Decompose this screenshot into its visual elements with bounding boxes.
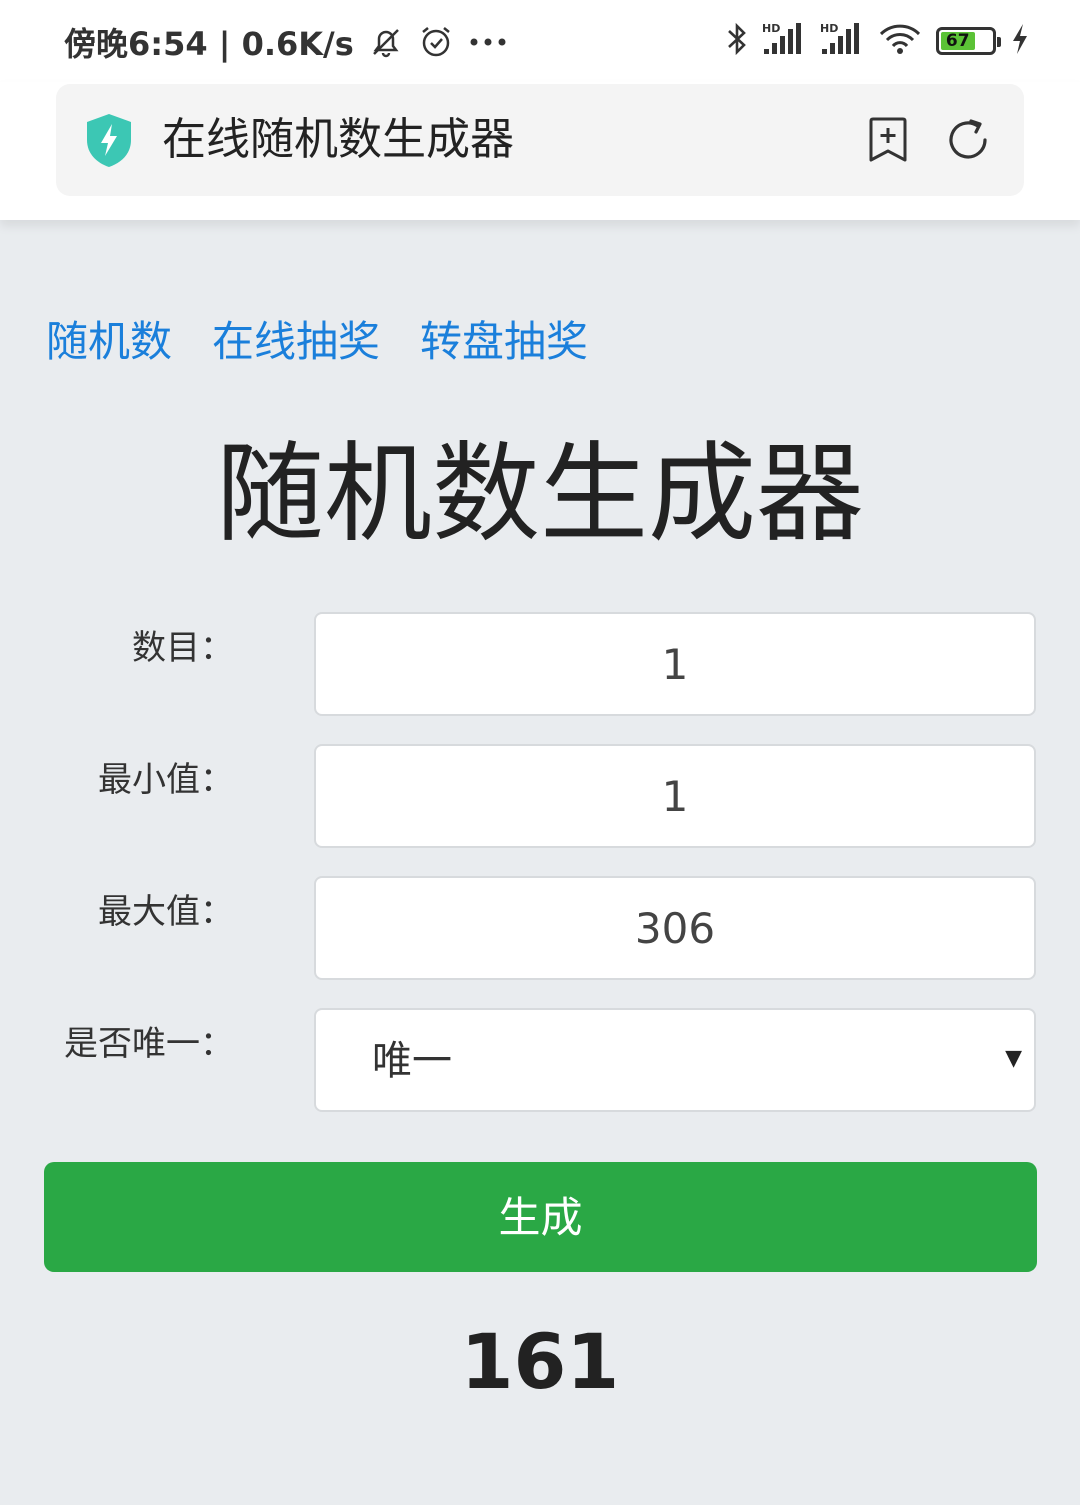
wifi-icon	[878, 21, 922, 61]
nav-link-wheel-lottery[interactable]: 转盘抽奖	[420, 312, 588, 372]
battery-icon: 67	[936, 27, 1001, 55]
browser-toolbar: 在线随机数生成器	[0, 82, 1080, 220]
bluetooth-icon	[726, 21, 748, 61]
unique-select[interactable]: 唯一 ▼	[314, 1008, 1036, 1112]
hd-signal-icon: HD	[820, 21, 864, 61]
page-title: 随机数生成器	[215, 432, 864, 557]
max-label: 最大值：	[98, 892, 234, 932]
battery-level: 67	[941, 31, 975, 51]
mute-bell-icon	[368, 24, 404, 60]
more-dots-icon	[468, 36, 508, 48]
status-left: 傍晚6:54 | 0.6K/s	[64, 20, 508, 64]
chevron-down-icon: ▼	[1005, 1046, 1022, 1071]
alarm-icon	[418, 24, 454, 60]
page-url-title[interactable]: 在线随机数生成器	[162, 112, 514, 168]
refresh-icon[interactable]	[944, 116, 992, 164]
min-row: 最小值：	[0, 744, 1080, 848]
address-bar[interactable]: 在线随机数生成器	[56, 84, 1024, 196]
unique-select-value: 唯一	[372, 1038, 452, 1084]
status-bar: 傍晚6:54 | 0.6K/s HD HD 67	[0, 0, 1080, 82]
count-input[interactable]	[314, 612, 1036, 716]
site-nav: 随机数 在线抽奖 转盘抽奖	[46, 312, 588, 372]
add-bookmark-icon[interactable]	[864, 116, 912, 164]
status-right: HD HD 67	[726, 18, 1030, 64]
svg-text:HD: HD	[762, 22, 780, 35]
unique-row: 是否唯一： 唯一 ▼	[0, 1008, 1080, 1112]
min-input[interactable]	[314, 744, 1036, 848]
security-shield-icon	[84, 112, 134, 168]
min-label: 最小值：	[98, 760, 234, 800]
hd-signal-icon: HD	[762, 21, 806, 61]
svg-text:HD: HD	[820, 22, 838, 35]
nav-link-random-number[interactable]: 随机数	[46, 312, 172, 372]
result-value: 161	[460, 1317, 620, 1406]
nav-link-online-lottery[interactable]: 在线抽奖	[212, 312, 380, 372]
unique-label: 是否唯一：	[64, 1024, 234, 1064]
charging-icon	[1010, 22, 1030, 60]
count-label: 数目：	[132, 628, 234, 668]
status-time-speed: 傍晚6:54 | 0.6K/s	[64, 25, 354, 63]
generate-button[interactable]: 生成	[44, 1162, 1037, 1272]
max-row: 最大值：	[0, 876, 1080, 980]
count-row: 数目：	[0, 612, 1080, 716]
max-input[interactable]	[314, 876, 1036, 980]
